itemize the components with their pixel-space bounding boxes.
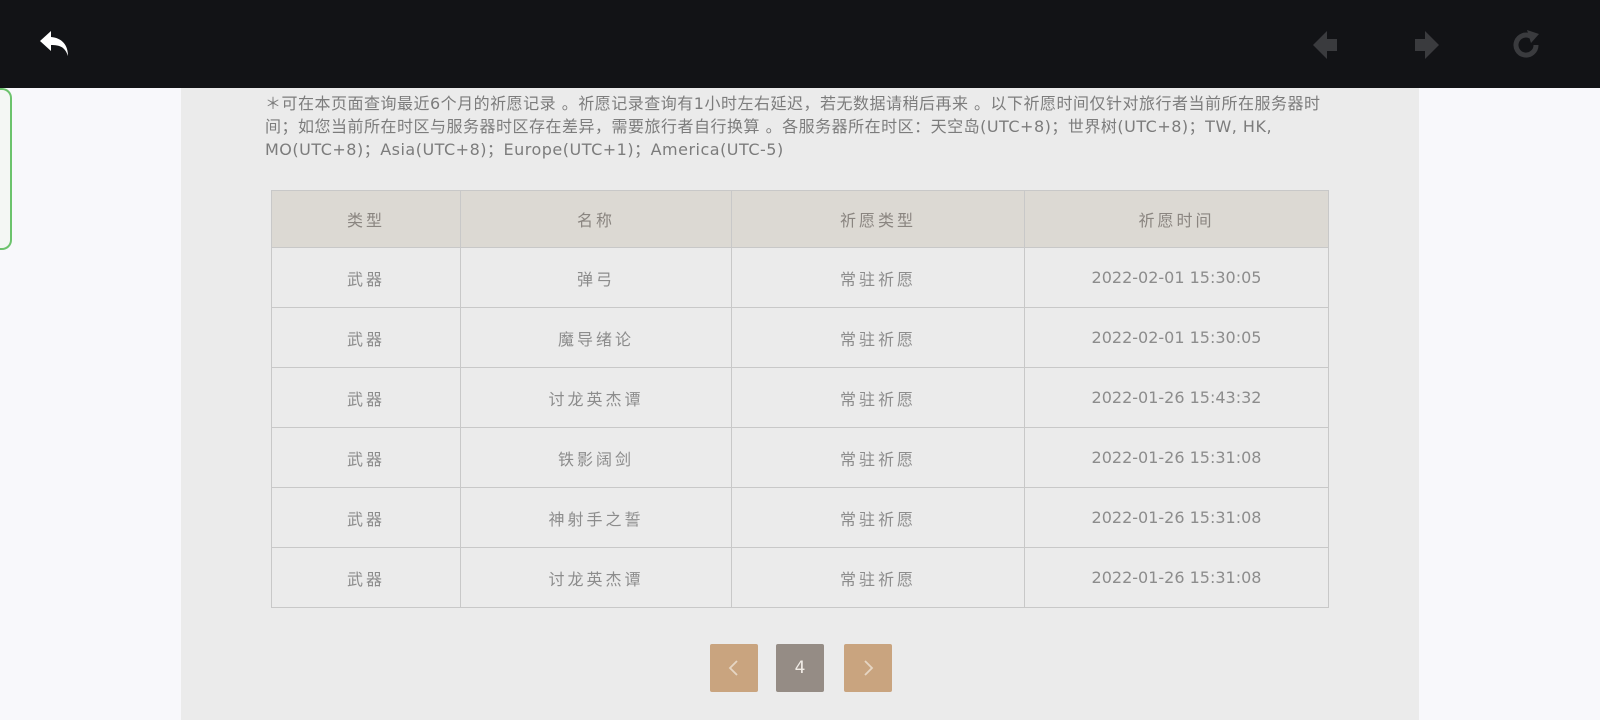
column-header-wish-time: 祈愿时间 [1024, 190, 1329, 248]
cell-name: 神射手之誓 [460, 487, 732, 548]
side-drawer-tab[interactable] [0, 88, 12, 250]
cell-wish-time: 2022-02-01 15:30:05 [1024, 247, 1329, 308]
nav-back-icon[interactable] [1304, 22, 1350, 68]
table-row: 武器 讨龙英杰谭 常驻祈愿 2022-01-26 15:31:08 [271, 547, 1329, 608]
back-arrow-icon[interactable] [32, 22, 78, 68]
table-header-row: 类型 名称 祈愿类型 祈愿时间 [271, 190, 1329, 248]
cell-wish-type: 常驻祈愿 [731, 487, 1025, 548]
table-row: 武器 魔导绪论 常驻祈愿 2022-02-01 15:30:05 [271, 307, 1329, 368]
cell-wish-time: 2022-01-26 15:31:08 [1024, 487, 1329, 548]
column-header-wish-type: 祈愿类型 [731, 190, 1025, 248]
table-row: 武器 铁影阔剑 常驻祈愿 2022-01-26 15:31:08 [271, 427, 1329, 488]
cell-type: 武器 [271, 247, 461, 308]
top-toolbar [0, 0, 1600, 88]
cell-type: 武器 [271, 307, 461, 368]
column-header-type: 类型 [271, 190, 461, 248]
prev-page-button[interactable] [710, 644, 758, 692]
cell-wish-type: 常驻祈愿 [731, 247, 1025, 308]
cell-wish-time: 2022-01-26 15:31:08 [1024, 547, 1329, 608]
cell-name: 讨龙英杰谭 [460, 367, 732, 428]
cell-name: 弹弓 [460, 247, 732, 308]
cell-wish-time: 2022-02-01 15:30:05 [1024, 307, 1329, 368]
cell-wish-type: 常驻祈愿 [731, 427, 1025, 488]
cell-name: 讨龙英杰谭 [460, 547, 732, 608]
cell-name: 魔导绪论 [460, 307, 732, 368]
cell-wish-type: 常驻祈愿 [731, 367, 1025, 428]
cell-wish-time: 2022-01-26 15:31:08 [1024, 427, 1329, 488]
next-page-button[interactable] [844, 644, 892, 692]
chevron-right-icon [864, 660, 874, 676]
current-page-indicator: 4 [776, 644, 824, 692]
wish-records-table: 类型 名称 祈愿类型 祈愿时间 武器 弹弓 常驻祈愿 2022-02-01 15… [271, 190, 1329, 608]
cell-name: 铁影阔剑 [460, 427, 732, 488]
table-row: 武器 神射手之誓 常驻祈愿 2022-01-26 15:31:08 [271, 487, 1329, 548]
cell-wish-type: 常驻祈愿 [731, 307, 1025, 368]
wish-history-panel: ＊可在本页面查询最近6个月的祈愿记录 。祈愿记录查询有1小时左右延迟，若无数据请… [181, 88, 1419, 720]
cell-type: 武器 [271, 367, 461, 428]
nav-forward-icon[interactable] [1402, 22, 1448, 68]
cell-wish-type: 常驻祈愿 [731, 547, 1025, 608]
cell-type: 武器 [271, 427, 461, 488]
refresh-icon[interactable] [1503, 22, 1549, 68]
column-header-name: 名称 [460, 190, 732, 248]
chevron-left-icon [728, 660, 738, 676]
cell-type: 武器 [271, 487, 461, 548]
cell-wish-time: 2022-01-26 15:43:32 [1024, 367, 1329, 428]
cell-type: 武器 [271, 547, 461, 608]
table-row: 武器 弹弓 常驻祈愿 2022-02-01 15:30:05 [271, 247, 1329, 308]
notice-text: ＊可在本页面查询最近6个月的祈愿记录 。祈愿记录查询有1小时左右延迟，若无数据请… [265, 94, 1321, 159]
table-row: 武器 讨龙英杰谭 常驻祈愿 2022-01-26 15:43:32 [271, 367, 1329, 428]
